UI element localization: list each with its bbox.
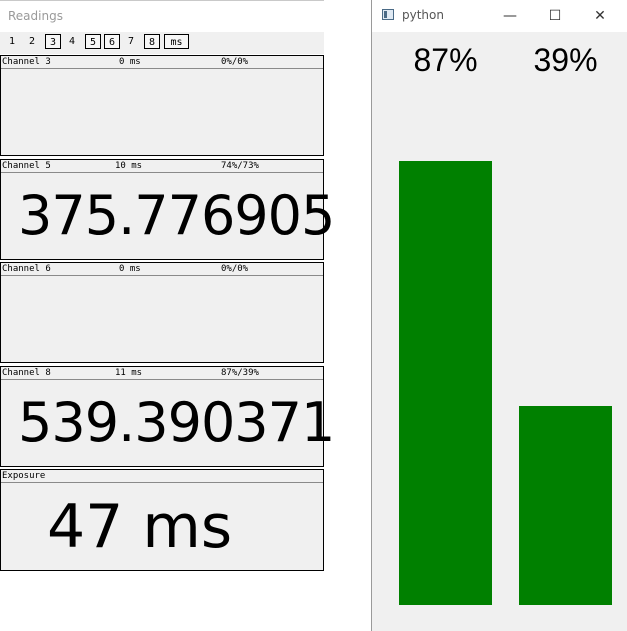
toggle-channel-1[interactable]: 1 <box>5 34 19 49</box>
level-bar <box>519 406 612 605</box>
bar-percent-label: 87% <box>413 42 478 78</box>
toggle-channel-5[interactable]: 5 <box>85 34 101 49</box>
minimize-button[interactable]: — <box>499 6 521 26</box>
readings-titlebar[interactable]: Readings <box>0 0 324 32</box>
toggle-ms[interactable]: ms <box>164 34 189 49</box>
channel-time: 11 ms <box>115 368 143 378</box>
toggle-channel-7[interactable]: 7 <box>124 34 138 49</box>
channel-toolbar: 1 2 3 4 5 6 7 8 ms <box>0 32 324 54</box>
channel-name: Channel 5 <box>2 161 51 171</box>
toggle-channel-2[interactable]: 2 <box>25 34 39 49</box>
channel-value: 375.776905 <box>18 184 335 247</box>
python-titlebar[interactable]: python — ☐ ✕ <box>372 0 627 32</box>
toggle-channel-6[interactable]: 6 <box>104 34 120 49</box>
maximize-button[interactable]: ☐ <box>544 6 566 26</box>
channel-name: Channel 8 <box>2 368 51 378</box>
exposure-panel: Exposure 47 ms <box>0 469 324 571</box>
channel-panel: Channel 6 0 ms 0%/0% <box>0 262 324 363</box>
panel-header: Channel 5 10 ms 74%/73% <box>1 160 323 173</box>
level-bar <box>399 161 492 605</box>
panel-header: Channel 3 0 ms 0%/0% <box>1 56 323 69</box>
channel-name: Channel 6 <box>2 264 51 274</box>
channel-ratio: 87%/39% <box>221 368 259 378</box>
exposure-value: 47 ms <box>47 492 233 562</box>
panel-header: Channel 6 0 ms 0%/0% <box>1 263 323 276</box>
channel-name: Channel 3 <box>2 57 51 67</box>
channel-ratio: 0%/0% <box>221 264 249 274</box>
channel-time: 0 ms <box>119 264 141 274</box>
window-title: python <box>402 8 444 22</box>
exposure-label: Exposure <box>2 471 46 481</box>
channel-ratio: 0%/0% <box>221 57 249 67</box>
window-title: Readings <box>8 9 63 23</box>
toggle-channel-3[interactable]: 3 <box>45 34 61 49</box>
panel-header: Exposure <box>1 470 323 483</box>
channel-value: 539.390371 <box>18 391 335 454</box>
channel-time: 10 ms <box>115 161 143 171</box>
toggle-channel-8[interactable]: 8 <box>144 34 160 49</box>
channel-panel: Channel 5 10 ms 74%/73% 375.776905 <box>0 159 335 260</box>
toggle-channel-4[interactable]: 4 <box>65 34 79 49</box>
close-button[interactable]: ✕ <box>589 6 611 26</box>
bar-percent-label: 39% <box>533 42 598 78</box>
channel-time: 0 ms <box>119 57 141 67</box>
channel-ratio: 74%/73% <box>221 161 259 171</box>
channel-panel: Channel 8 11 ms 87%/39% 539.390371 <box>0 366 335 467</box>
python-app-icon <box>382 9 394 20</box>
python-window: python — ☐ ✕ 87% 39% <box>371 0 627 631</box>
readings-window: Readings 1 2 3 4 5 6 7 8 ms Channel 3 0 … <box>0 0 335 571</box>
panel-header: Channel 8 11 ms 87%/39% <box>1 367 323 380</box>
channel-panel: Channel 3 0 ms 0%/0% <box>0 55 324 156</box>
